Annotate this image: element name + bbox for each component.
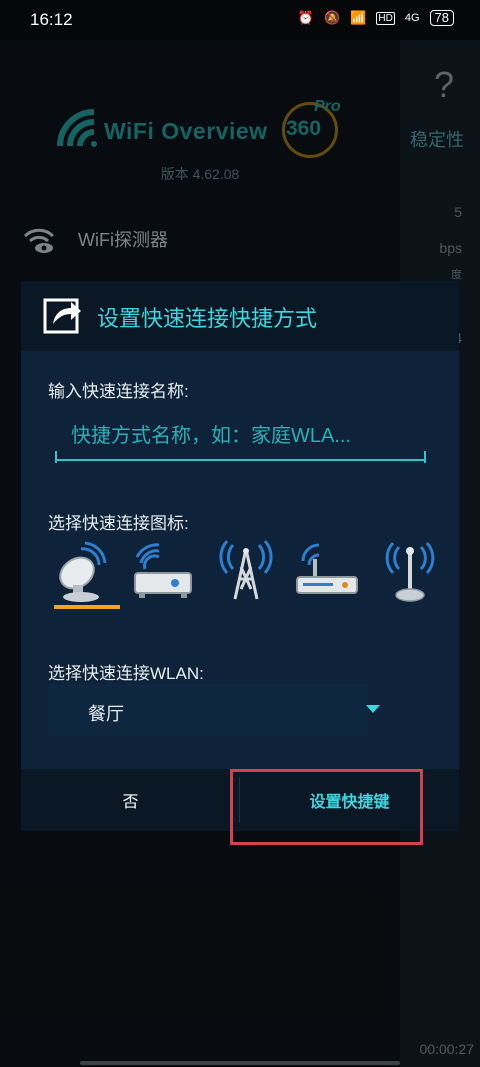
wlan-selected-value: 餐厅	[88, 704, 124, 724]
icon-option-antenna[interactable]	[381, 539, 451, 609]
dialog-title: 设置快速连接快捷方式	[97, 306, 318, 331]
alarm-icon: ⏰	[297, 10, 315, 25]
status-icons: ⏰ 🔕 📶 HD 4G 78	[298, 10, 454, 26]
status-time: 16:12	[30, 10, 73, 29]
icon-option-router[interactable]	[131, 539, 201, 609]
share-shortcut-icon	[43, 298, 81, 334]
battery-icon: 78	[429, 10, 454, 26]
name-label: 输入快速连接名称:	[48, 382, 189, 401]
signal-icon: 4G	[404, 12, 420, 24]
modem-icon	[296, 543, 358, 594]
mute-icon: 🔕	[324, 10, 341, 25]
antenna-icon	[385, 541, 435, 602]
wlan-label: 选择快速连接WLAN:	[48, 664, 204, 683]
dialog-header: 设置快速连接快捷方式	[21, 281, 459, 351]
selected-icon-indicator	[54, 605, 120, 609]
shortcut-dialog: 设置快速连接快捷方式 输入快速连接名称: 选择快速连接图标:	[21, 281, 459, 831]
wlan-select[interactable]: 餐厅	[48, 684, 368, 736]
icon-option-tower[interactable]	[213, 539, 283, 609]
home-indicator[interactable]	[80, 1061, 400, 1065]
input-underline-ends	[55, 451, 426, 463]
router-icon	[134, 543, 192, 598]
wifi-icon: 📶	[350, 10, 367, 25]
icon-label: 选择快速连接图标:	[48, 514, 189, 533]
status-bar: 16:12 ⏰ 🔕 📶 HD 4G 78	[0, 0, 480, 40]
icon-option-satellite[interactable]	[51, 539, 121, 609]
dropdown-arrow-icon[interactable]	[366, 705, 380, 713]
icon-picker	[51, 539, 435, 613]
hd-badge: HD	[376, 11, 395, 25]
icon-option-modem[interactable]	[295, 539, 365, 609]
cell-tower-icon	[219, 540, 273, 600]
no-button[interactable]: 否	[21, 769, 240, 831]
highlight-box	[230, 769, 423, 845]
satellite-dish-icon	[59, 541, 107, 602]
